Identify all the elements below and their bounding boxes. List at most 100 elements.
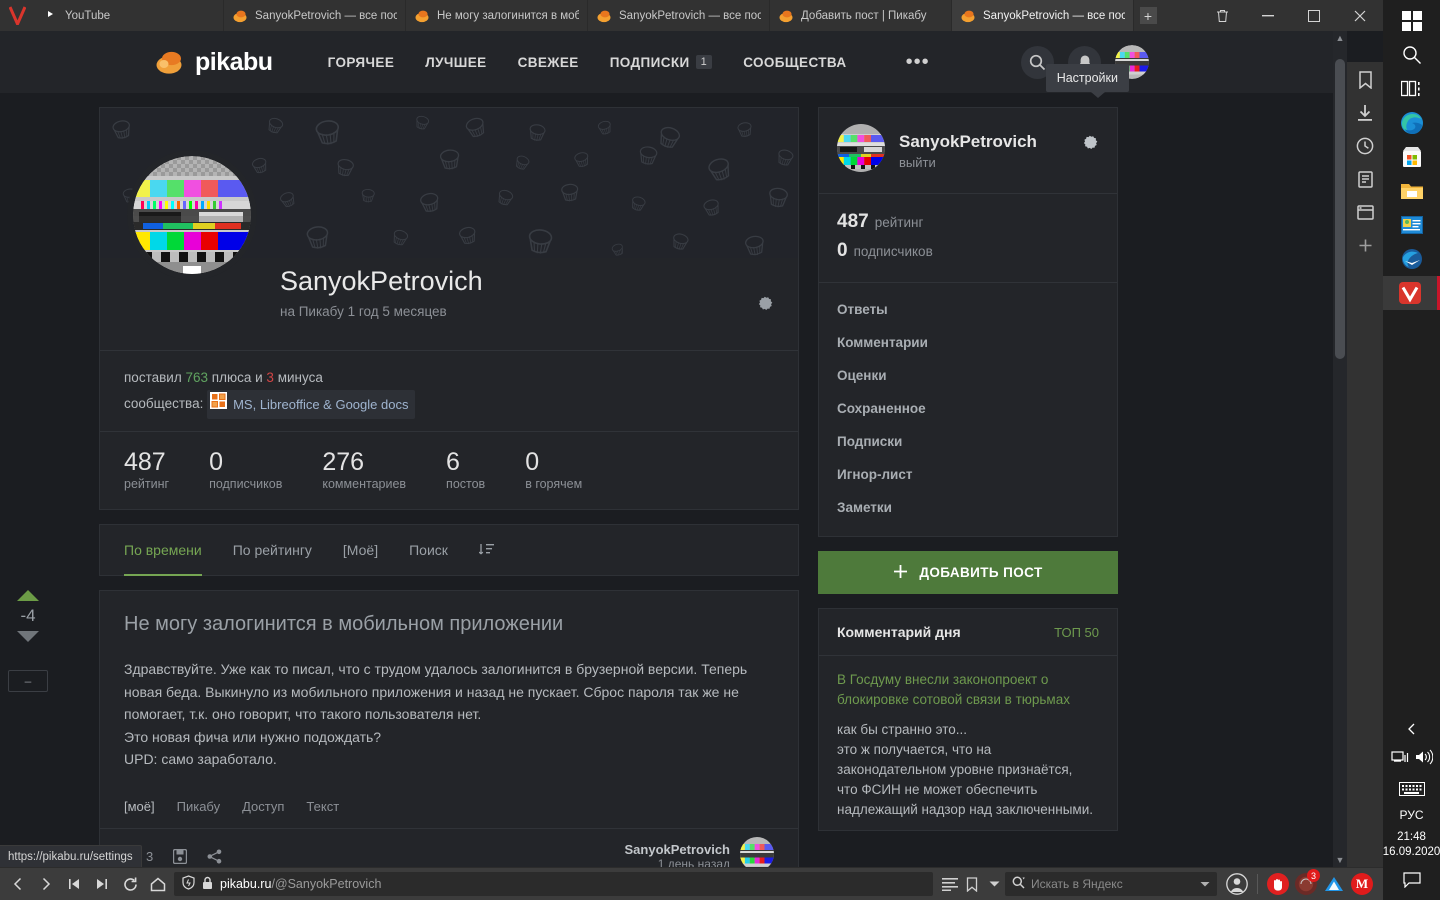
window-icon[interactable] bbox=[1355, 202, 1375, 222]
adblock-extension-icon[interactable] bbox=[1267, 873, 1289, 895]
reader-view-icon[interactable] bbox=[939, 873, 961, 895]
extension-icon[interactable]: 3 bbox=[1295, 869, 1320, 895]
tag-pikabu[interactable]: Пикабу bbox=[177, 799, 220, 814]
tab-youtube[interactable]: YouTube bbox=[34, 0, 224, 31]
sidebar-item-subscriptions[interactable]: Подписки bbox=[819, 425, 1117, 458]
network-icon[interactable] bbox=[1390, 749, 1409, 770]
profile-avatar[interactable] bbox=[127, 150, 257, 280]
cloud-extension-icon[interactable] bbox=[1323, 873, 1345, 895]
address-bar[interactable]: pikabu.ru/@SanyokPetrovich bbox=[174, 872, 933, 896]
fastforward-icon[interactable] bbox=[88, 871, 116, 897]
downloads-icon[interactable] bbox=[1355, 103, 1375, 123]
new-tab-button[interactable]: + bbox=[1134, 0, 1162, 31]
sidebar-item-ratings[interactable]: Оценки bbox=[819, 359, 1117, 392]
chevron-down-icon[interactable] bbox=[983, 873, 1005, 895]
add-panel-icon[interactable] bbox=[1355, 235, 1375, 255]
save-icon[interactable] bbox=[173, 848, 188, 864]
tray-expand-icon[interactable] bbox=[1383, 717, 1440, 741]
vivaldi-icon[interactable] bbox=[1383, 276, 1440, 310]
scroll-up-icon[interactable]: ▲ bbox=[1333, 31, 1347, 45]
sidebar-item-saved[interactable]: Сохраненное bbox=[819, 392, 1117, 425]
edge-icon[interactable] bbox=[1383, 106, 1440, 140]
trash-icon[interactable] bbox=[1199, 0, 1245, 31]
shield-icon[interactable] bbox=[182, 875, 195, 893]
nav-item-fresh[interactable]: СВЕЖЕЕ bbox=[518, 55, 579, 70]
post-title[interactable]: Не могу залогинится в мобильном приложен… bbox=[124, 613, 774, 636]
search-field[interactable]: Искать в Яндекс bbox=[1005, 872, 1217, 896]
tab-pikabu-1[interactable]: SanyokPetrovich — все пос bbox=[224, 0, 406, 31]
back-icon[interactable] bbox=[4, 871, 32, 897]
tab-pikabu-3[interactable]: SanyokPetrovich — все пос bbox=[588, 0, 770, 31]
sidebar-item-ignore-list[interactable]: Игнор-лист bbox=[819, 458, 1117, 491]
gear-icon[interactable] bbox=[757, 293, 774, 315]
gear-icon[interactable] bbox=[1082, 132, 1099, 154]
more-menu-icon[interactable]: ••• bbox=[906, 52, 930, 72]
tab-by-rating[interactable]: По рейтингу bbox=[233, 524, 312, 576]
keyboard-icon[interactable] bbox=[1383, 778, 1440, 800]
bookmarks-icon[interactable] bbox=[1355, 70, 1375, 90]
tab-pikabu-2[interactable]: Не могу залогинится в моб bbox=[406, 0, 588, 31]
comment-of-day-link[interactable]: В Госдуму внесли законопроект о блокиров… bbox=[837, 670, 1099, 710]
post-author[interactable]: SanyokPetrovich 1 день назад bbox=[625, 836, 774, 867]
vivaldi-menu-button[interactable] bbox=[0, 0, 34, 31]
history-icon[interactable] bbox=[1355, 136, 1375, 156]
nav-item-communities[interactable]: СООБЩЕСТВА bbox=[743, 55, 846, 70]
community-chip[interactable]: MS, Libreoffice & Google docs bbox=[207, 390, 416, 419]
explorer-icon[interactable] bbox=[1383, 174, 1440, 208]
scrollbar-thumb[interactable] bbox=[1335, 59, 1345, 359]
nav-item-hot[interactable]: ГОРЯЧЕЕ bbox=[328, 55, 395, 70]
notes-icon[interactable] bbox=[1355, 169, 1375, 189]
tab-search[interactable]: Поиск bbox=[409, 524, 448, 576]
volume-icon[interactable] bbox=[1415, 749, 1433, 770]
upvote-icon[interactable] bbox=[17, 590, 39, 601]
nav-item-best[interactable]: ЛУЧШЕЕ bbox=[425, 55, 486, 70]
action-center-icon[interactable] bbox=[1383, 868, 1440, 892]
tag-own[interactable]: [моё] bbox=[124, 799, 155, 814]
search-icon[interactable] bbox=[1383, 38, 1440, 72]
rewind-icon[interactable] bbox=[60, 871, 88, 897]
site-header: pikabu ГОРЯЧЕЕ ЛУЧШЕЕ СВЕЖЕЕ ПОДПИСКИ 1 … bbox=[0, 31, 1347, 93]
share-icon[interactable] bbox=[207, 849, 222, 864]
chevron-down-icon[interactable] bbox=[1200, 877, 1210, 891]
scroll-down-icon[interactable]: ▼ bbox=[1333, 853, 1347, 867]
tab-by-time[interactable]: По времени bbox=[124, 524, 202, 576]
thunderbird-icon[interactable] bbox=[1383, 242, 1440, 276]
forward-icon[interactable] bbox=[32, 871, 60, 897]
close-button[interactable] bbox=[1337, 0, 1383, 31]
author-avatar[interactable] bbox=[740, 836, 774, 867]
sidebar-stat-rating: 487 рейтинг bbox=[837, 208, 1099, 237]
tag-text[interactable]: Текст bbox=[306, 799, 339, 814]
tab-pikabu-active[interactable]: SanyokPetrovich — все пос bbox=[952, 0, 1134, 31]
sort-icon[interactable] bbox=[478, 524, 495, 576]
task-view-icon[interactable] bbox=[1383, 72, 1440, 106]
page-scrollbar[interactable]: ▲ ▼ bbox=[1333, 31, 1347, 867]
top50-badge[interactable]: ТОП 50 bbox=[1054, 625, 1099, 640]
sidebar-item-answers[interactable]: Ответы bbox=[819, 293, 1117, 326]
minus-button[interactable]: – bbox=[8, 670, 48, 692]
tab-own[interactable]: [Моё] bbox=[343, 524, 378, 576]
store-icon[interactable] bbox=[1383, 140, 1440, 174]
profile-avatar-icon[interactable] bbox=[1226, 873, 1248, 895]
bookmark-page-icon[interactable] bbox=[961, 873, 983, 895]
add-post-button[interactable]: ДОБАВИТЬ ПОСТ bbox=[818, 551, 1118, 594]
language-indicator[interactable]: РУС bbox=[1399, 808, 1423, 822]
home-icon[interactable] bbox=[144, 871, 172, 897]
mail-app-icon[interactable] bbox=[1383, 208, 1440, 242]
vote-count: -4 bbox=[20, 606, 36, 625]
sidebar-avatar[interactable] bbox=[837, 124, 885, 177]
plus-count: 763 bbox=[185, 370, 208, 385]
mail-extension-icon[interactable]: M bbox=[1351, 873, 1373, 895]
clock[interactable]: 21:48 16.09.2020 bbox=[1383, 830, 1440, 860]
start-icon[interactable] bbox=[1383, 4, 1440, 38]
tag-access[interactable]: Доступ bbox=[242, 799, 284, 814]
nav-item-subscriptions[interactable]: ПОДПИСКИ 1 bbox=[610, 55, 713, 70]
logout-link[interactable]: выйти bbox=[899, 155, 1037, 170]
sidebar-item-notes[interactable]: Заметки bbox=[819, 491, 1117, 524]
tab-pikabu-4[interactable]: Добавить пост | Пикабу bbox=[770, 0, 952, 31]
reload-icon[interactable] bbox=[116, 871, 144, 897]
pikabu-logo[interactable]: pikabu bbox=[155, 48, 273, 77]
sidebar-item-comments[interactable]: Комментарии bbox=[819, 326, 1117, 359]
minimize-button[interactable] bbox=[1245, 0, 1291, 31]
maximize-button[interactable] bbox=[1291, 0, 1337, 31]
downvote-icon[interactable] bbox=[17, 631, 39, 642]
